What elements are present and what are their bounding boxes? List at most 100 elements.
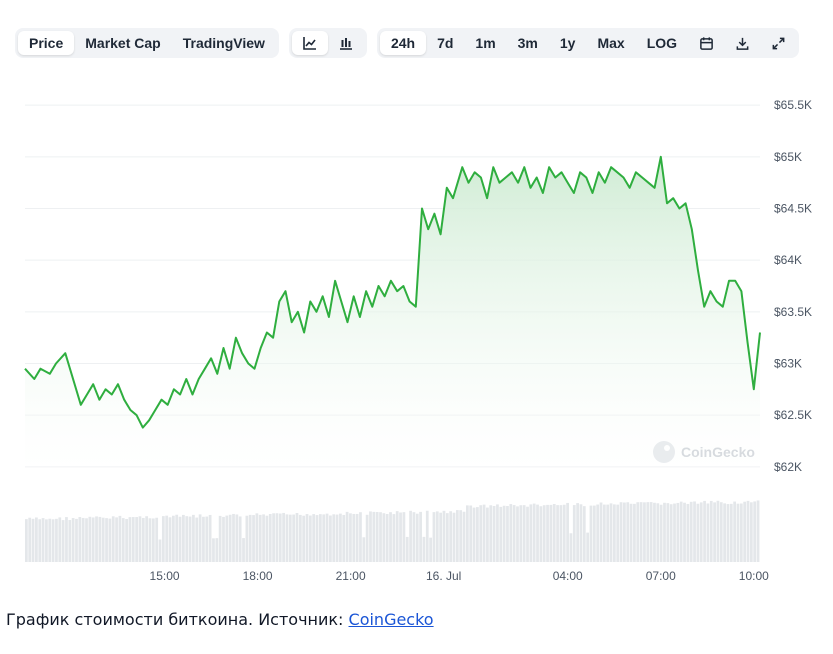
price-chart: $62K $62.5K $63K $63.5K $64K $64.5K $65K $65.5K… (24, 98, 812, 583)
volume-bar (55, 518, 58, 562)
volume-bar (569, 533, 573, 562)
tab-tradingview[interactable]: TradingView (172, 31, 276, 55)
download-button[interactable] (724, 31, 760, 55)
volume-bar (151, 518, 155, 562)
volume-bar (719, 502, 723, 562)
source-link[interactable]: CoinGecko (349, 610, 434, 629)
x-tick-label: 10:00 (739, 569, 769, 583)
volume-bar (609, 503, 613, 562)
volume-bar (653, 502, 656, 562)
volume-bar (205, 516, 209, 562)
log-scale-button[interactable]: LOG (636, 31, 688, 55)
volume-bar (48, 518, 52, 562)
candlestick-button[interactable] (328, 31, 364, 55)
volume-bar (115, 517, 118, 562)
volume-bar (128, 517, 132, 562)
volume-bar (101, 517, 105, 562)
volume-bar (111, 516, 115, 562)
line-chart-button[interactable] (291, 31, 328, 55)
volume-bar (185, 516, 189, 562)
range-7d[interactable]: 7d (426, 31, 464, 55)
volume-bar (409, 510, 412, 562)
range-1m[interactable]: 1m (464, 31, 506, 55)
volume-bar (512, 505, 516, 562)
calendar-button[interactable] (688, 31, 724, 55)
volume-bar (663, 502, 666, 562)
x-tick-label: 04:00 (553, 569, 583, 583)
volume-bar (526, 506, 529, 562)
volume-bar (716, 500, 720, 562)
volume-bar (228, 514, 232, 562)
tab-price[interactable]: Price (18, 31, 75, 55)
volume-bar (519, 505, 523, 562)
volume-bar (556, 505, 559, 562)
volume-bar (746, 500, 750, 562)
volume-bar (579, 504, 583, 562)
volume-bar (405, 536, 409, 562)
volume-bar (693, 501, 696, 562)
volume-bar (362, 537, 366, 562)
volume-bar (335, 514, 339, 562)
volume-bar (278, 513, 282, 562)
x-tick-label: 15:00 (150, 569, 180, 583)
volume-bar (596, 504, 600, 562)
volume-bar (85, 518, 88, 562)
volume-bar (192, 514, 195, 562)
volume-bar (432, 512, 436, 562)
volume-bar (455, 510, 459, 562)
volume-bar (75, 518, 78, 562)
coingecko-watermark: CoinGecko (653, 441, 755, 463)
x-axis-labels: 15:00 18:00 21:00 16. Jul 04:00 07:00 10:00 (150, 569, 770, 583)
volume-bar (222, 516, 225, 562)
volume-bar (379, 512, 382, 562)
volume-bar (372, 511, 376, 562)
volume-bar (582, 506, 586, 562)
range-max[interactable]: Max (586, 31, 635, 55)
volume-bar (492, 506, 496, 562)
volume-bar (703, 500, 706, 562)
volume-bar (165, 515, 169, 562)
watermark-text: CoinGecko (681, 444, 755, 460)
y-tick-label: $62K (774, 460, 802, 474)
y-tick-label: $62.5K (774, 408, 812, 422)
volume-bar (315, 515, 319, 562)
volume-bar (626, 502, 630, 562)
volume-bar (699, 502, 703, 562)
volume-bar (141, 517, 145, 562)
volume-bar (45, 519, 48, 562)
volume-bar (218, 515, 222, 562)
volume-bar (576, 503, 579, 562)
tab-market-cap[interactable]: Market Cap (74, 31, 171, 55)
volume-bar (65, 517, 68, 562)
volume-bar (736, 503, 740, 562)
volume-bar (666, 503, 670, 562)
volume-bar (138, 516, 142, 562)
range-3m[interactable]: 3m (507, 31, 549, 55)
volume-bar (459, 510, 463, 562)
range-24h[interactable]: 24h (379, 31, 427, 55)
range-selector: 24h 7d 1m 3m 1y Max LOG (376, 28, 800, 58)
volume-bar (683, 502, 686, 562)
volume-bar (305, 514, 309, 562)
volume-bar (649, 502, 653, 562)
volume-bar (679, 501, 683, 562)
volume-bar (285, 514, 289, 562)
volume-bar (175, 514, 179, 562)
volume-bar (91, 517, 95, 562)
volume-bar (35, 517, 38, 562)
volume-bar (656, 503, 660, 562)
volume-bar (502, 505, 506, 562)
range-1y[interactable]: 1y (549, 31, 587, 55)
volume-bar (375, 512, 379, 562)
volume-bar (345, 511, 349, 562)
volume-bar (182, 514, 185, 562)
volume-bar (38, 519, 42, 562)
volume-bar (28, 517, 32, 562)
volume-bar (359, 512, 362, 562)
volume-bar (466, 505, 469, 562)
volume-bar (602, 504, 606, 562)
y-tick-label: $63.5K (774, 305, 812, 319)
expand-button[interactable] (760, 31, 796, 55)
volume-bar (529, 504, 533, 562)
caption-text: График стоимости биткоина. Источник: (6, 610, 349, 629)
